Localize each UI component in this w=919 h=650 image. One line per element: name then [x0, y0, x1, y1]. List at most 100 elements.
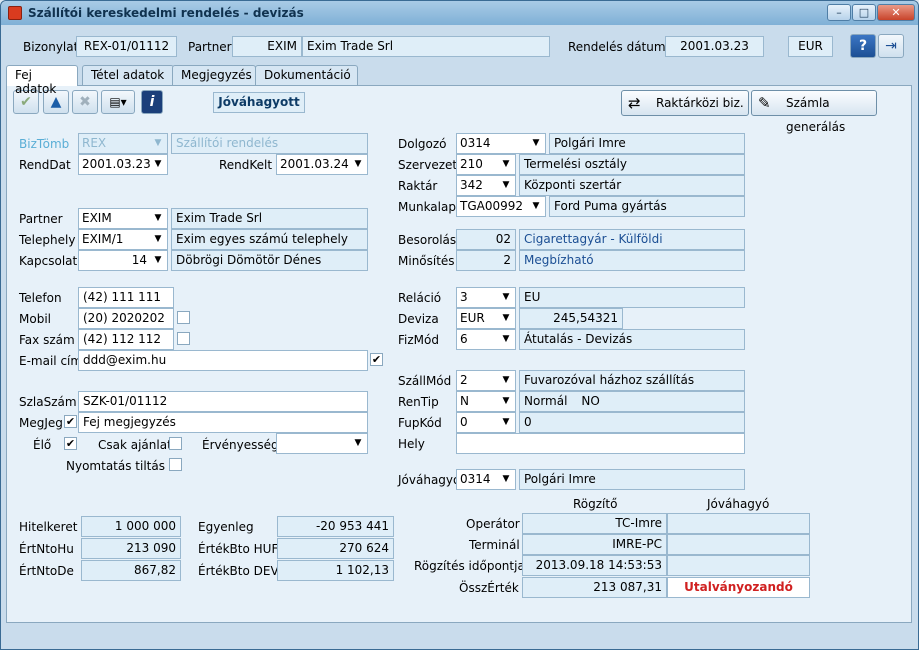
rentip-select[interactable]: N ▼ [456, 391, 516, 412]
raktar-label: Raktár [398, 179, 438, 193]
nyomtatas-label: Nyomtatás tiltás [66, 459, 165, 473]
biztomb-value: REX [82, 136, 107, 150]
maximize-button[interactable]: □ [852, 4, 876, 21]
help-icon[interactable]: ? [850, 34, 876, 58]
mobil-checkbox[interactable] [177, 311, 190, 324]
deviza-value: EUR [460, 311, 485, 325]
chevron-down-icon: ▼ [502, 180, 510, 190]
minimize-button[interactable]: – [827, 4, 851, 21]
relacio-name: EU [519, 287, 745, 308]
osszertek-status: Utalványozandó [667, 577, 810, 598]
transfer-button[interactable]: ⇄ Raktárközi biz. [621, 90, 749, 116]
kapcsolat-select[interactable]: 14 ▼ [78, 250, 168, 271]
hely-input[interactable] [456, 433, 745, 454]
tab-fej-adatok[interactable]: Fej adatok [6, 65, 78, 96]
partner-value: EXIM [82, 211, 112, 225]
partner-select[interactable]: EXIM ▼ [78, 208, 168, 229]
exit-icon[interactable]: ⇥ [878, 34, 904, 58]
megjeg-checkbox[interactable]: ✔ [64, 415, 77, 428]
info-icon[interactable]: i [141, 90, 163, 114]
ertntohu-value: 213 090 [81, 538, 181, 559]
ertntohu-label: ÉrtNtoHu [19, 542, 74, 556]
dolgozo-name: Polgári Imre [549, 133, 745, 154]
invoice-button-label: Számla generálás [786, 96, 846, 134]
raktar-select[interactable]: 342 ▼ [456, 175, 516, 196]
fax-label: Fax szám [19, 333, 75, 347]
deviza-label: Deviza [398, 312, 439, 326]
rendkelt-value: 2001.03.24 [280, 157, 349, 171]
date-label: Rendelés dátuma [568, 40, 673, 54]
besorolas-label: Besorolás [398, 233, 457, 247]
transfer-button-label: Raktárközi biz. [656, 96, 744, 110]
tab-tetel-adatok[interactable]: Tétel adatok [82, 65, 174, 85]
szervezet-label: Szervezet [398, 158, 458, 172]
rendkelt-select[interactable]: 2001.03.24 ▼ [276, 154, 368, 175]
dolgozo-value: 0314 [460, 136, 491, 150]
ertbtodev-value: 1 102,13 [277, 560, 394, 581]
email-input[interactable]: ddd@exim.hu [78, 350, 368, 371]
raktar-value: 342 [460, 178, 483, 192]
biztomb-select[interactable]: REX ▼ [78, 133, 168, 154]
col-jovahagyo: Jóváhagyó [707, 497, 770, 511]
csak-ajanlat-checkbox[interactable] [169, 437, 182, 450]
szervezet-name: Termelési osztály [519, 154, 745, 175]
megjeg-input[interactable]: Fej megjegyzés [78, 412, 368, 433]
partner-label: Partner [19, 212, 63, 226]
rogzites-approver [667, 555, 810, 576]
fax-input[interactable]: (42) 112 112 [78, 329, 174, 350]
email-label: E-mail cím [19, 354, 83, 368]
tab-dokumentacio[interactable]: Dokumentáció [255, 65, 358, 85]
munkalap-select[interactable]: TGA00992 ▼ [456, 196, 546, 217]
szlaszam-label: SzlaSzám [19, 395, 77, 409]
biztomb-label: BizTömb [19, 137, 70, 151]
szervezet-select[interactable]: 210 ▼ [456, 154, 516, 175]
egyenleg-label: Egyenleg [198, 520, 254, 534]
close-button[interactable]: ✕ [877, 4, 915, 21]
chevron-down-icon: ▼ [502, 417, 510, 427]
szervezet-value: 210 [460, 157, 483, 171]
ertbtohuf-value: 270 624 [277, 538, 394, 559]
osszertek-label: ÖsszÉrték [459, 581, 519, 595]
fizmod-value: 6 [460, 332, 468, 346]
jovahagyo-select[interactable]: 0314 ▼ [456, 469, 516, 490]
ervenyesseg-select[interactable]: ▼ [276, 433, 368, 454]
chevron-down-icon: ▼ [502, 159, 510, 169]
dolgozo-select[interactable]: 0314 ▼ [456, 133, 546, 154]
szlaszam-input[interactable]: SZK-01/01112 [78, 391, 368, 412]
chevron-down-icon: ▼ [154, 159, 162, 169]
nyomtatas-checkbox[interactable] [169, 458, 182, 471]
fupkod-label: FupKód [398, 416, 442, 430]
elo-checkbox[interactable]: ✔ [64, 437, 77, 450]
tab-megjegyzes[interactable]: Megjegyzés [172, 65, 256, 85]
email-checkbox[interactable]: ✔ [370, 353, 383, 366]
egyenleg-value: -20 953 441 [277, 516, 394, 537]
fupkod-select[interactable]: 0 ▼ [456, 412, 516, 433]
delete-icon[interactable]: ✖ [72, 90, 98, 114]
munkalap-value: TGA00992 [460, 199, 524, 213]
relacio-select[interactable]: 3 ▼ [456, 287, 516, 308]
fax-checkbox[interactable] [177, 332, 190, 345]
invoice-icon: ✎ [758, 94, 771, 112]
mobil-input[interactable]: (20) 2020202 [78, 308, 174, 329]
print-icon[interactable]: ▤▾ [101, 90, 135, 114]
invoice-button[interactable]: ✎ Számla generálás [751, 90, 877, 134]
fizmod-label: FizMód [398, 333, 439, 347]
terminal-label: Terminál [469, 538, 520, 552]
col-rogzito: Rögzítő [573, 497, 618, 511]
bizonylat-label: Bizonylat [23, 40, 79, 54]
renddat-label: RendDat [19, 158, 71, 172]
telephely-label: Telephely [19, 233, 76, 247]
date-field: 2001.03.23 [665, 36, 764, 57]
fizmod-name: Átutalás - Devizás [519, 329, 745, 350]
minosites-label: Minősítés [398, 254, 455, 268]
bizonylat-field: REX-01/01112 [76, 36, 177, 57]
telefon-input[interactable]: (42) 111 111 [78, 287, 174, 308]
szallmod-select[interactable]: 2 ▼ [456, 370, 516, 391]
telephely-select[interactable]: EXIM/1 ▼ [78, 229, 168, 250]
relacio-label: Reláció [398, 291, 442, 305]
renddat-select[interactable]: 2001.03.23 ▼ [78, 154, 168, 175]
fupkod-value: 0 [460, 415, 468, 429]
deviza-select[interactable]: EUR ▼ [456, 308, 516, 329]
fizmod-select[interactable]: 6 ▼ [456, 329, 516, 350]
rendkelt-label: RendKelt [219, 158, 273, 172]
